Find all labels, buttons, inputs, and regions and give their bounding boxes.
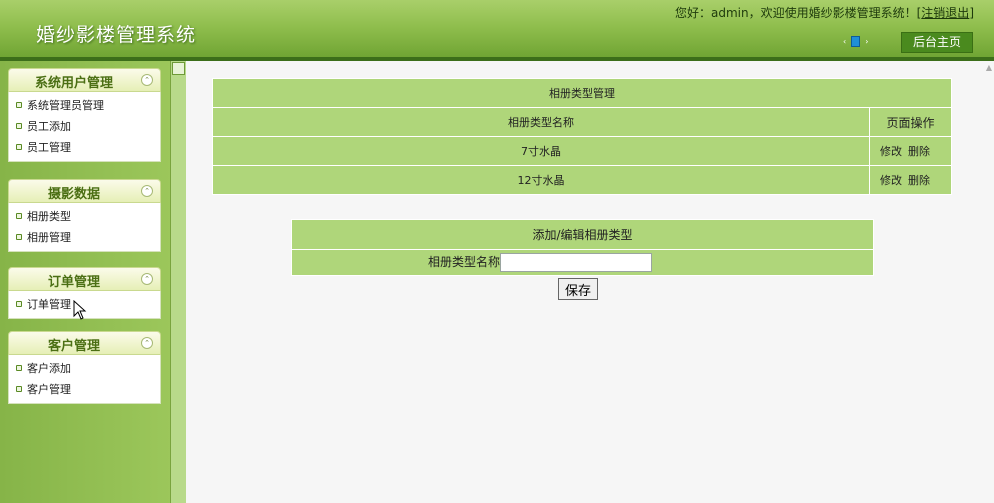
column-header-name: 相册类型名称 — [212, 107, 870, 137]
menu-item-admin-manage[interactable]: 系统管理员管理 — [9, 94, 160, 115]
sidebar-splitter[interactable] — [170, 61, 186, 503]
menu-item-label: 系统管理员管理 — [27, 98, 104, 112]
logout-link[interactable]: 注销退出 — [921, 6, 969, 20]
table-row: 7寸水晶 修改 删除 — [212, 136, 952, 166]
splitter-toggle-button[interactable] — [172, 62, 185, 75]
sidebar: 系统用户管理 ⌃ 系统管理员管理 员工添加 员工管理 摄影数据 ⌃ 相册类型 相… — [0, 61, 172, 503]
menu-item-label: 相册类型 — [27, 209, 71, 223]
album-type-name: 7寸水晶 — [212, 136, 870, 166]
menu-body: 系统管理员管理 员工添加 员工管理 — [8, 92, 161, 162]
menu-body: 相册类型 相册管理 — [8, 203, 161, 252]
menu-group-customers: 客户管理 ⌃ 客户添加 客户管理 — [8, 331, 161, 404]
album-type-table: 相册类型管理 相册类型名称 页面操作 7寸水晶 修改 删除 12寸水晶 修改 删除 — [212, 78, 952, 195]
collapse-icon[interactable]: ⌃ — [141, 273, 153, 285]
menu-item-label: 员工管理 — [27, 140, 71, 154]
album-type-name-input[interactable] — [500, 253, 652, 272]
menu-head-system-users[interactable]: 系统用户管理 ⌃ — [8, 68, 161, 92]
scroll-up-icon[interactable]: ▲ — [986, 63, 992, 72]
table-title: 相册类型管理 — [212, 78, 952, 108]
menu-item-label: 订单管理 — [27, 297, 71, 311]
album-type-name: 12寸水晶 — [212, 165, 870, 195]
menu-item-album-type[interactable]: 相册类型 — [9, 205, 160, 226]
bullet-icon — [16, 233, 22, 240]
collapse-icon[interactable]: ⌃ — [141, 337, 153, 349]
bullet-icon — [16, 364, 22, 371]
bullet-icon — [16, 101, 22, 108]
nav-next-icon[interactable]: › — [865, 37, 868, 46]
collapse-icon[interactable]: ⌃ — [141, 185, 153, 197]
welcome-text: 您好：admin，欢迎使用婚纱影楼管理系统！[注销退出] — [675, 4, 974, 21]
menu-item-album-manage[interactable]: 相册管理 — [9, 226, 160, 247]
bullet-icon — [16, 212, 22, 219]
mouse-cursor-icon — [73, 300, 87, 320]
row-ops: 修改 删除 — [869, 136, 952, 166]
welcome-suffix: ] — [969, 6, 974, 20]
main-content: ▲ 相册类型管理 相册类型名称 页面操作 7寸水晶 修改 删除 12寸水晶 修改删… — [186, 61, 994, 503]
menu-title: 摄影数据 — [47, 187, 100, 202]
home-button[interactable]: 后台主页 — [901, 32, 973, 53]
delete-link[interactable]: 删除 — [908, 145, 930, 158]
form-row: 相册类型名称 — [291, 249, 874, 276]
menu-item-label: 相册管理 — [27, 230, 71, 244]
menu-group-system-users: 系统用户管理 ⌃ 系统管理员管理 员工添加 员工管理 — [8, 68, 161, 162]
welcome-prefix: 您好：admin，欢迎使用婚纱影楼管理系统！[ — [675, 6, 922, 20]
column-header-ops: 页面操作 — [869, 107, 952, 137]
menu-head-customers[interactable]: 客户管理 ⌃ — [8, 331, 161, 355]
book-icon[interactable] — [851, 36, 861, 47]
menu-item-label: 客户管理 — [27, 382, 71, 396]
bullet-icon — [16, 143, 22, 150]
table-header-row: 相册类型名称 页面操作 — [212, 107, 952, 137]
menu-head-photo-data[interactable]: 摄影数据 ⌃ — [8, 179, 161, 203]
nav-prev-icon[interactable]: ‹ — [843, 37, 846, 46]
menu-item-customer-add[interactable]: 客户添加 — [9, 357, 160, 378]
menu-group-photo-data: 摄影数据 ⌃ 相册类型 相册管理 — [8, 179, 161, 252]
form-title: 添加/编辑相册类型 — [291, 219, 874, 250]
app-logo: 婚纱影楼管理系统 — [36, 24, 197, 46]
album-type-form: 添加/编辑相册类型 相册类型名称 — [291, 219, 874, 276]
menu-head-orders[interactable]: 订单管理 ⌃ — [8, 267, 161, 291]
table-title-row: 相册类型管理 — [212, 78, 952, 108]
menu-title: 系统用户管理 — [34, 76, 113, 91]
header: 婚纱影楼管理系统 您好：admin，欢迎使用婚纱影楼管理系统！[注销退出] ‹ … — [0, 0, 994, 59]
table-row: 12寸水晶 修改 删除 — [212, 165, 952, 195]
menu-body: 客户添加 客户管理 — [8, 355, 161, 404]
menu-item-staff-add[interactable]: 员工添加 — [9, 115, 160, 136]
album-type-name-label: 相册类型名称 — [427, 255, 500, 269]
bullet-icon — [16, 385, 22, 392]
menu-item-label: 员工添加 — [27, 119, 71, 133]
nav-arrows: ‹ › — [843, 36, 868, 47]
collapse-icon[interactable]: ⌃ — [141, 74, 153, 86]
menu-item-label: 客户添加 — [27, 361, 71, 375]
bullet-icon — [16, 122, 22, 129]
menu-title: 客户管理 — [47, 339, 100, 354]
delete-link[interactable]: 删除 — [908, 174, 930, 187]
menu-title: 订单管理 — [47, 275, 100, 290]
edit-link[interactable]: 修改 — [880, 174, 902, 187]
menu-item-staff-manage[interactable]: 员工管理 — [9, 136, 160, 157]
edit-link[interactable]: 修改 — [880, 145, 902, 158]
save-button[interactable]: 保存 — [558, 278, 598, 300]
menu-item-customer-manage[interactable]: 客户管理 — [9, 378, 160, 399]
bullet-icon — [16, 300, 22, 307]
row-ops: 修改 删除 — [869, 165, 952, 195]
